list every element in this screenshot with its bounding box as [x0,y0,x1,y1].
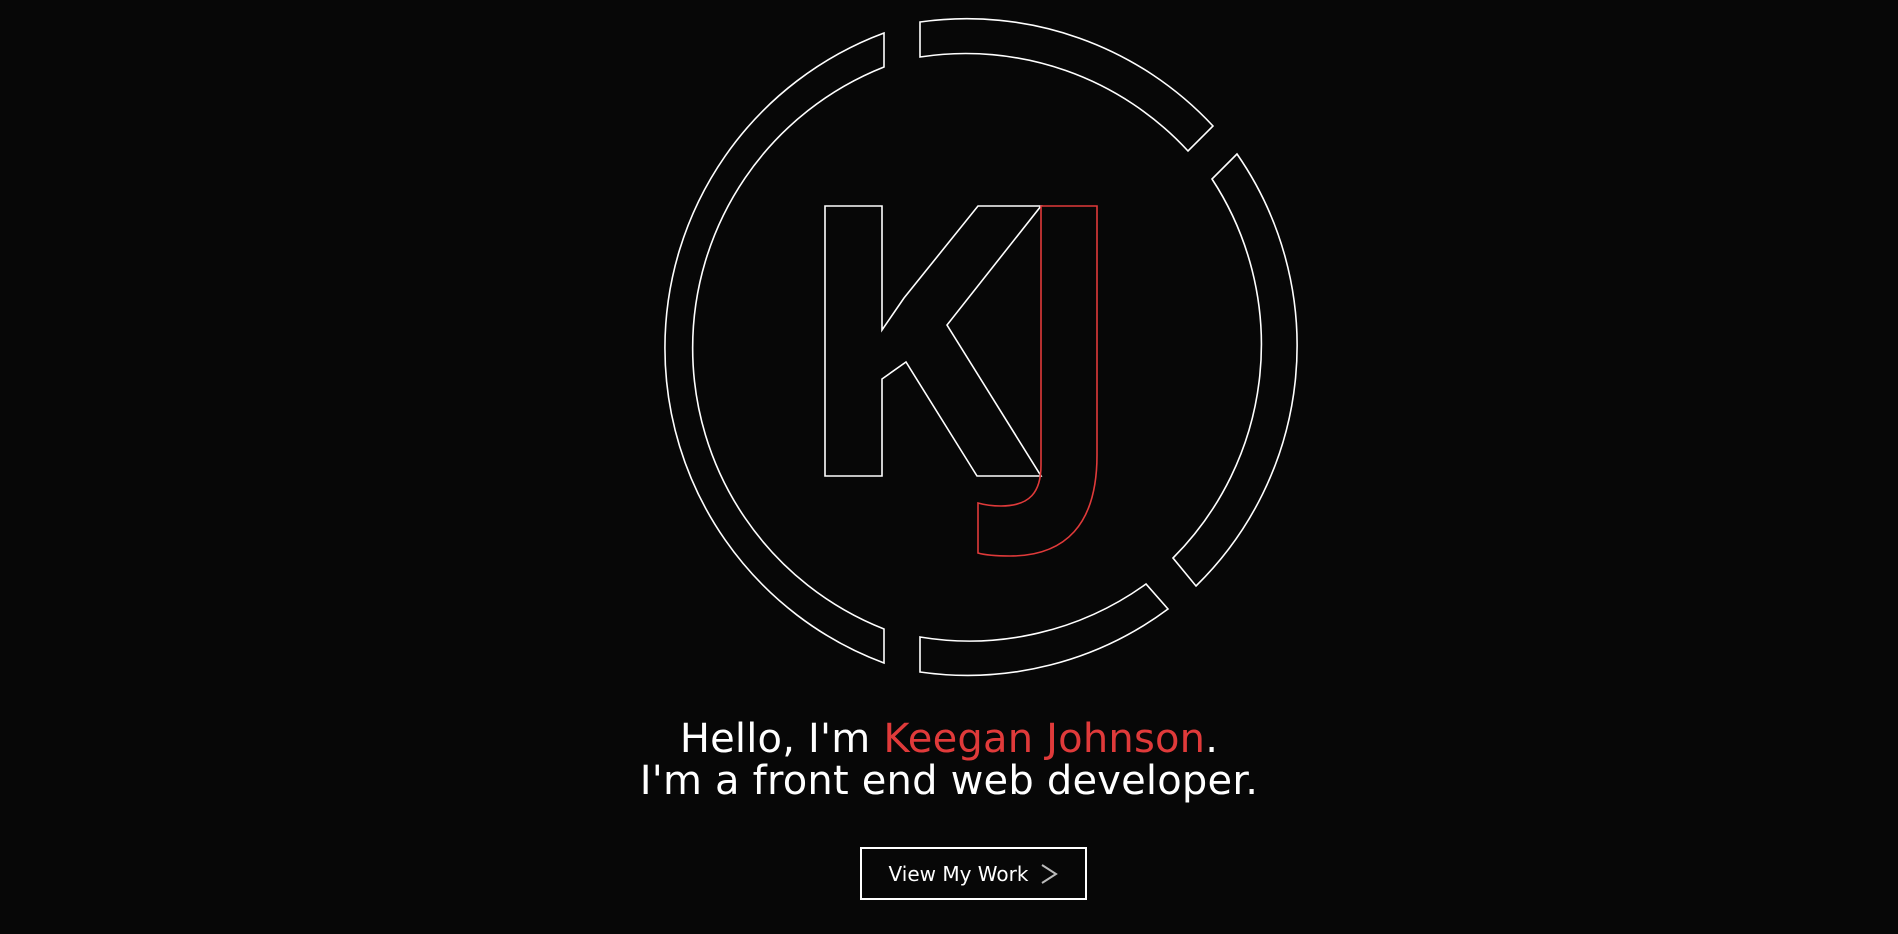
greeting-prefix: Hello, I'm [679,716,884,762]
letter-j-outline [977,205,1098,557]
hero-intro: Hello, I'm Keegan Johnson. I'm a front e… [0,718,1898,802]
ring-segments [664,17,1298,677]
ring-segment-left [664,31,885,665]
greeting-suffix: . [1205,716,1219,762]
developer-name: Keegan Johnson [883,716,1206,762]
chevron-right-icon [1040,863,1059,885]
view-my-work-button[interactable]: View My Work [860,847,1087,900]
view-my-work-label: View My Work [888,861,1029,886]
tagline: I'm a front end web developer. [639,758,1259,804]
letter-k-outline [824,205,1043,477]
ring-segment-right [1171,152,1298,588]
ring-segment-bottom [919,582,1170,677]
greeting-line: Hello, I'm Keegan Johnson. [0,718,1898,760]
ring-segment-top [919,17,1215,153]
